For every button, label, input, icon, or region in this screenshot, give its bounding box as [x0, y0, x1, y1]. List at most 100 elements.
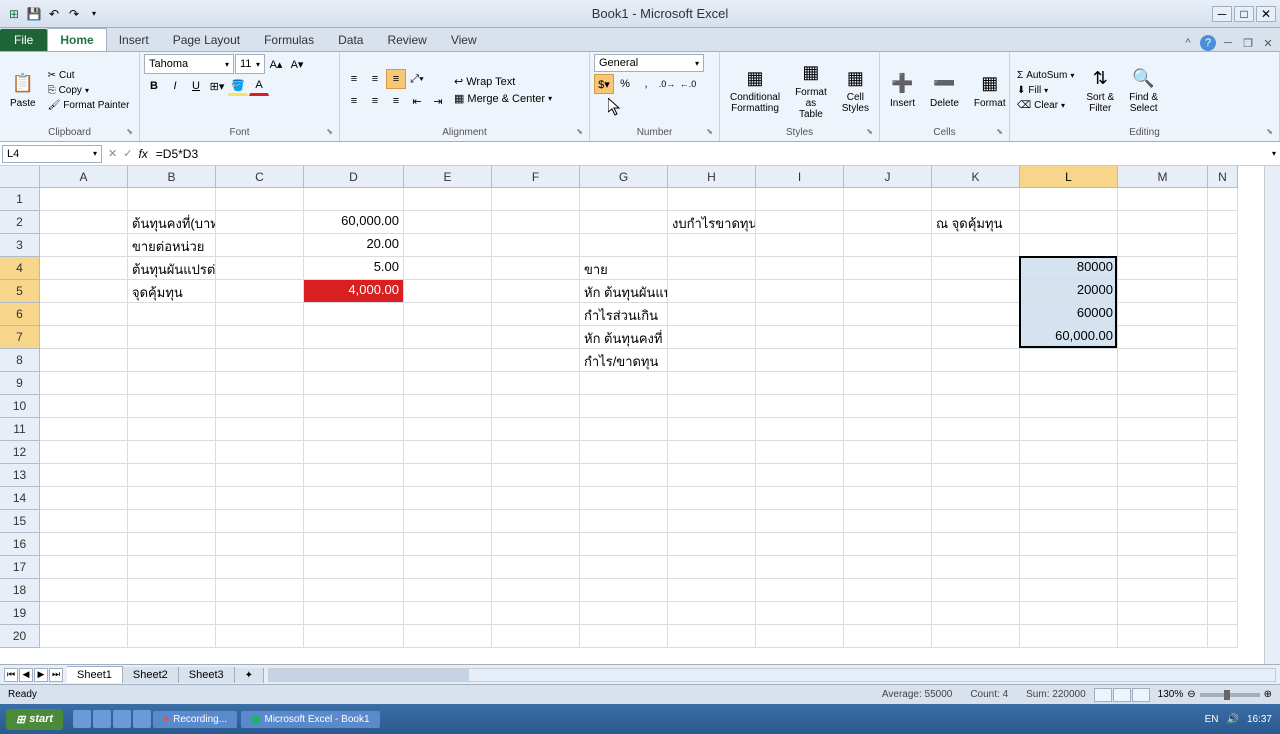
cell-K11[interactable] [932, 418, 1020, 441]
expand-formula-icon[interactable]: ▾ [1268, 149, 1280, 158]
cell-F12[interactable] [492, 441, 580, 464]
cell-B5[interactable]: จุดคุ้มทุน [128, 280, 216, 303]
cell-B15[interactable] [128, 510, 216, 533]
cell-A7[interactable] [40, 326, 128, 349]
cell-M8[interactable] [1118, 349, 1208, 372]
column-header-G[interactable]: G [580, 166, 668, 188]
cell-H16[interactable] [668, 533, 756, 556]
cell-N17[interactable] [1208, 556, 1238, 579]
quick-launch-icon[interactable] [133, 710, 151, 728]
cell-L8[interactable] [1020, 349, 1118, 372]
cell-M16[interactable] [1118, 533, 1208, 556]
cell-J14[interactable] [844, 487, 932, 510]
cell-A4[interactable] [40, 257, 128, 280]
cell-H13[interactable] [668, 464, 756, 487]
cell-D13[interactable] [304, 464, 404, 487]
cell-E19[interactable] [404, 602, 492, 625]
cell-L20[interactable] [1020, 625, 1118, 648]
sheet3-tab[interactable]: Sheet3 [179, 667, 235, 683]
cell-E9[interactable] [404, 372, 492, 395]
cell-J6[interactable] [844, 303, 932, 326]
cell-E2[interactable] [404, 211, 492, 234]
cell-N5[interactable] [1208, 280, 1238, 303]
grow-font-icon[interactable]: A▴ [266, 54, 286, 74]
cell-K20[interactable] [932, 625, 1020, 648]
cell-J7[interactable] [844, 326, 932, 349]
border-icon[interactable]: ⊞▾ [207, 76, 227, 96]
vertical-scrollbar[interactable] [1264, 166, 1280, 664]
cell-H11[interactable] [668, 418, 756, 441]
cell-L18[interactable] [1020, 579, 1118, 602]
bold-icon[interactable]: B [144, 76, 164, 96]
shrink-font-icon[interactable]: A▾ [287, 54, 307, 74]
copy-button[interactable]: ⎘Copy▾ [45, 84, 133, 97]
cell-K9[interactable] [932, 372, 1020, 395]
cell-I18[interactable] [756, 579, 844, 602]
cell-C12[interactable] [216, 441, 304, 464]
cell-H15[interactable] [668, 510, 756, 533]
cell-F20[interactable] [492, 625, 580, 648]
cell-F6[interactable] [492, 303, 580, 326]
column-header-A[interactable]: A [40, 166, 128, 188]
column-header-L[interactable]: L [1020, 166, 1118, 188]
cell-N12[interactable] [1208, 441, 1238, 464]
cell-B16[interactable] [128, 533, 216, 556]
customize-qat-icon[interactable]: ▾ [86, 6, 102, 22]
cell-N15[interactable] [1208, 510, 1238, 533]
column-header-M[interactable]: M [1118, 166, 1208, 188]
cell-A6[interactable] [40, 303, 128, 326]
tray-icon[interactable]: 🔊 [1227, 714, 1239, 725]
cell-A12[interactable] [40, 441, 128, 464]
cell-G11[interactable] [580, 418, 668, 441]
wrap-text-button[interactable]: ↩Wrap Text [451, 74, 555, 89]
cell-A1[interactable] [40, 188, 128, 211]
cell-M7[interactable] [1118, 326, 1208, 349]
cell-J2[interactable] [844, 211, 932, 234]
cell-C19[interactable] [216, 602, 304, 625]
row-header-12[interactable]: 12 [0, 441, 40, 464]
cell-G1[interactable] [580, 188, 668, 211]
cell-E6[interactable] [404, 303, 492, 326]
cell-G2[interactable] [580, 211, 668, 234]
cell-B18[interactable] [128, 579, 216, 602]
column-header-D[interactable]: D [304, 166, 404, 188]
row-header-10[interactable]: 10 [0, 395, 40, 418]
cell-C17[interactable] [216, 556, 304, 579]
doc-restore-icon[interactable]: ❐ [1240, 35, 1256, 51]
cell-M18[interactable] [1118, 579, 1208, 602]
cell-B17[interactable] [128, 556, 216, 579]
underline-icon[interactable]: U [186, 76, 206, 96]
page-layout-view-button[interactable] [1113, 688, 1131, 702]
cell-H19[interactable] [668, 602, 756, 625]
cell-C3[interactable] [216, 234, 304, 257]
cell-B19[interactable] [128, 602, 216, 625]
cell-F18[interactable] [492, 579, 580, 602]
insert-cells-button[interactable]: ➕Insert [884, 70, 921, 111]
cell-D2[interactable]: 60,000.00 [304, 211, 404, 234]
cell-D17[interactable] [304, 556, 404, 579]
quick-launch-icon[interactable] [93, 710, 111, 728]
column-header-J[interactable]: J [844, 166, 932, 188]
cell-I3[interactable] [756, 234, 844, 257]
cell-F19[interactable] [492, 602, 580, 625]
doc-min-icon[interactable]: ─ [1220, 35, 1236, 51]
cell-B6[interactable] [128, 303, 216, 326]
align-right-icon[interactable]: ≡ [386, 91, 406, 111]
cell-F15[interactable] [492, 510, 580, 533]
cell-G7[interactable]: หัก ต้นทุนคงที่ [580, 326, 668, 349]
cell-M9[interactable] [1118, 372, 1208, 395]
format-painter-button[interactable]: 🖌Format Painter [45, 99, 133, 112]
cell-B11[interactable] [128, 418, 216, 441]
zoom-level[interactable]: 130% [1158, 689, 1184, 700]
row-header-15[interactable]: 15 [0, 510, 40, 533]
cell-E11[interactable] [404, 418, 492, 441]
cell-N2[interactable] [1208, 211, 1238, 234]
cell-C11[interactable] [216, 418, 304, 441]
zoom-in-button[interactable]: ⊕ [1264, 689, 1272, 700]
cell-J13[interactable] [844, 464, 932, 487]
cell-I11[interactable] [756, 418, 844, 441]
column-header-H[interactable]: H [668, 166, 756, 188]
cell-K13[interactable] [932, 464, 1020, 487]
cell-E12[interactable] [404, 441, 492, 464]
cell-L7[interactable]: 60,000.00 [1020, 326, 1118, 349]
